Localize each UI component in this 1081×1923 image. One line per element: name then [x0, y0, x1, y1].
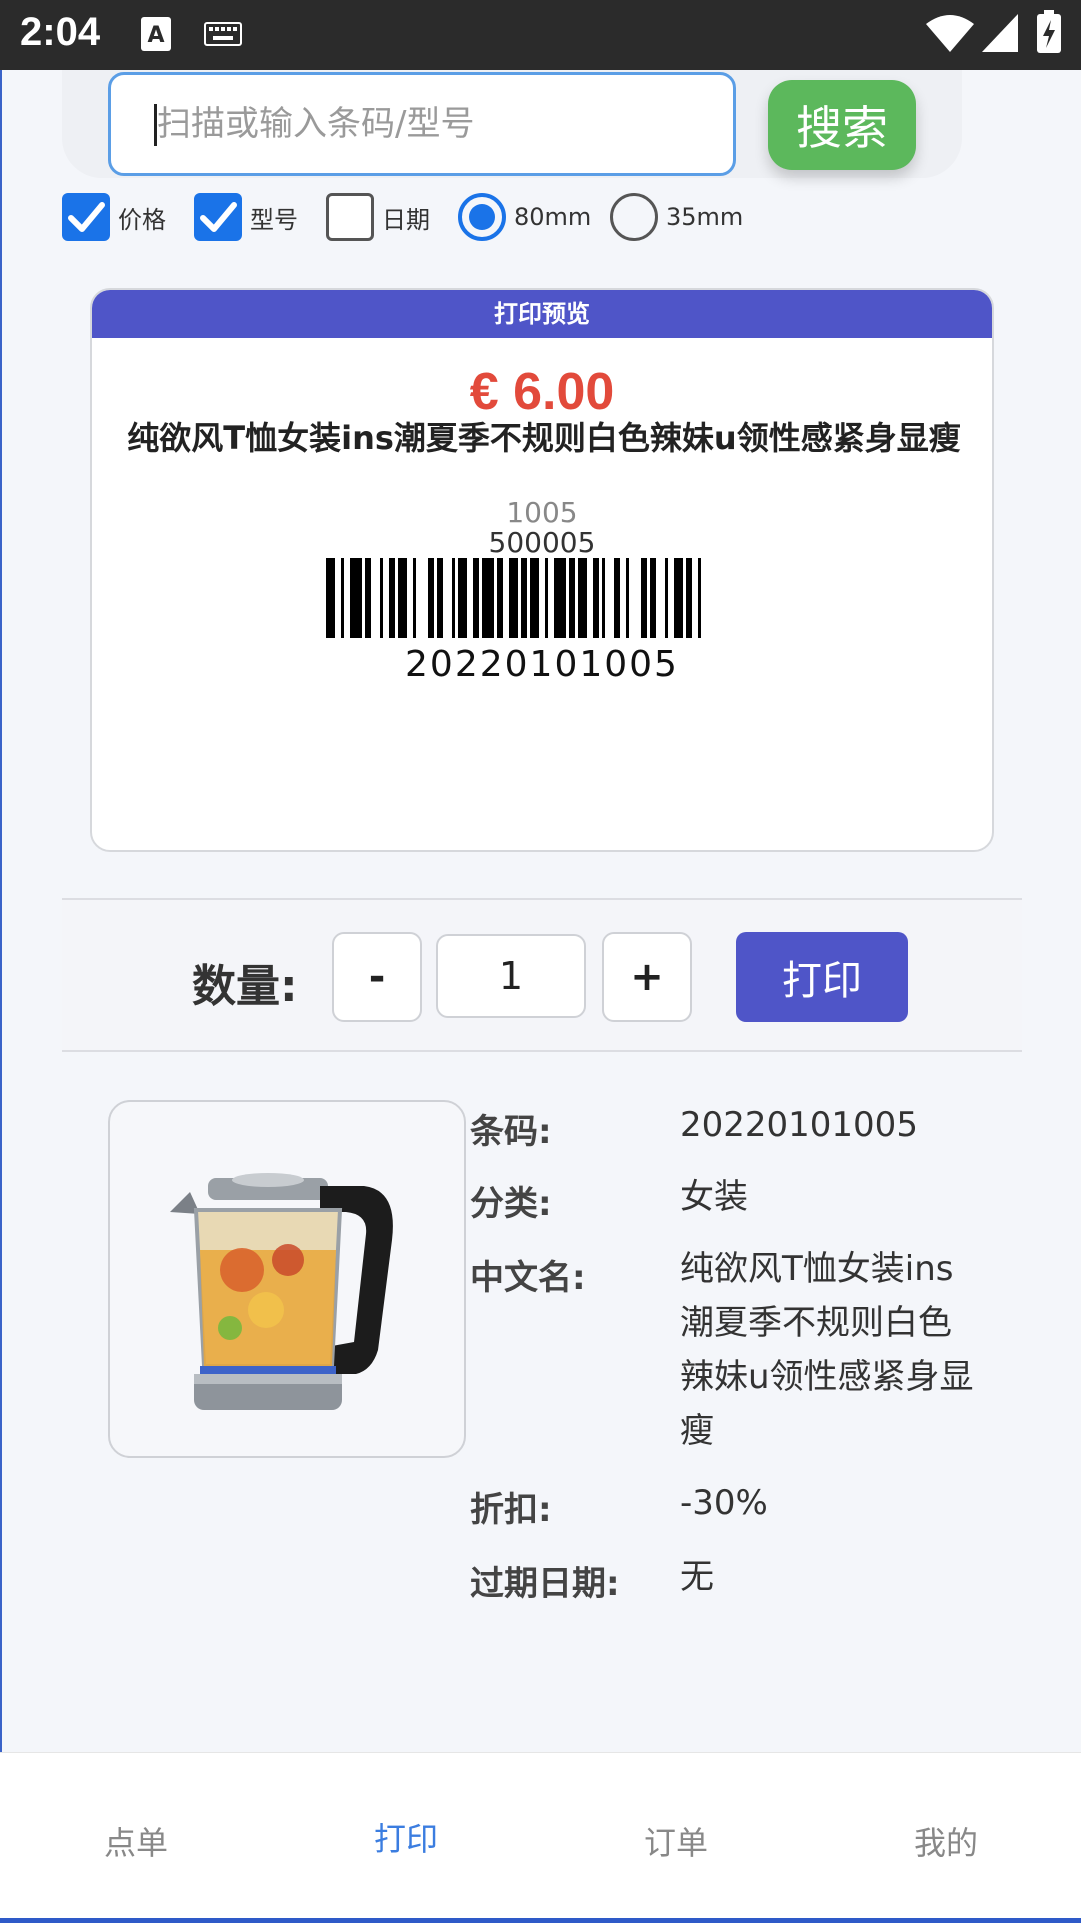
- barcode-bar: [650, 558, 656, 638]
- print-preview-header: 打印预览: [92, 290, 992, 338]
- option-model[interactable]: 型号: [194, 192, 298, 242]
- option-price[interactable]: 价格: [62, 192, 166, 242]
- nav-item-orders[interactable]: 订单: [606, 1818, 746, 1864]
- barcode-bar: [428, 558, 434, 638]
- check-icon: [68, 202, 105, 232]
- barcode-bar: [614, 558, 620, 638]
- barcode-bar: [578, 558, 587, 638]
- model-checkbox[interactable]: [194, 193, 242, 241]
- expiry-date-value: 无: [680, 1557, 714, 1597]
- barcode-bar: [437, 558, 443, 638]
- kettle-product-image: [170, 1173, 393, 1410]
- barcode-value: 20220101005: [680, 1105, 918, 1145]
- option-size-35[interactable]: 35mm: [610, 192, 743, 242]
- barcode-bar: [413, 558, 416, 638]
- text-caret: [154, 104, 157, 146]
- barcode-bar: [473, 558, 479, 638]
- quantity-input[interactable]: [436, 934, 586, 1018]
- window-bottom-edge: [0, 1918, 1081, 1923]
- barcode-bar: [398, 558, 407, 638]
- barcode-bar: [698, 558, 701, 638]
- status-time: 2:04: [20, 10, 101, 54]
- model-checkbox-label: 型号: [250, 205, 298, 234]
- chinese-name-value: 纯欲风T恤女装ins潮夏季不规则白色辣妹u领性感紧身显瘦: [680, 1249, 974, 1451]
- barcode-bar: [641, 558, 647, 638]
- barcode-bar: [530, 558, 539, 638]
- barcode-bar: [521, 558, 527, 638]
- input-method-icon: A: [141, 17, 171, 51]
- barcode-bar: [686, 558, 692, 638]
- size-80-radio[interactable]: [458, 193, 506, 241]
- barcode-bar: [545, 558, 548, 638]
- preview-price: € 6.00: [469, 363, 615, 421]
- quantity-decrease-button[interactable]: -: [332, 932, 422, 1022]
- barcode-bar: [326, 558, 335, 638]
- chinese-name-label: 中文名:: [470, 1258, 586, 1298]
- keyboard-icon: [204, 22, 242, 46]
- search-input[interactable]: [108, 72, 736, 176]
- category-label: 分类:: [470, 1184, 552, 1224]
- price-checkbox[interactable]: [62, 193, 110, 241]
- barcode-image: [326, 558, 701, 638]
- barcode-bar: [380, 558, 383, 638]
- barcode-bar: [602, 558, 605, 638]
- barcode-bar: [389, 558, 395, 638]
- quantity-label: 数量:: [192, 961, 298, 1012]
- print-preview-card: 打印预览 € 6.00 纯欲风T恤女装ins潮夏季不规则白色辣妹u领性感紧身显瘦…: [90, 288, 994, 852]
- price-checkbox-label: 价格: [118, 205, 166, 234]
- barcode-number: 20220101005: [405, 644, 679, 685]
- barcode-bar: [554, 558, 566, 638]
- window-edge: [0, 70, 2, 1923]
- preview-product-name: 纯欲风T恤女装ins潮夏季不规则白色辣妹u领性感紧身显瘦: [127, 419, 961, 457]
- barcode-bar: [452, 558, 455, 638]
- battery-icon: [1037, 10, 1061, 53]
- date-checkbox[interactable]: [326, 193, 374, 241]
- svg-text:A: A: [147, 23, 164, 48]
- option-date[interactable]: 日期: [326, 192, 430, 242]
- size-80-radio-label: 80mm: [514, 203, 592, 231]
- size-35-radio[interactable]: [610, 193, 658, 241]
- size-35-radio-label: 35mm: [666, 203, 744, 231]
- barcode-bar: [674, 558, 683, 638]
- quantity-increase-button[interactable]: +: [602, 932, 692, 1022]
- expiry-date-label: 过期日期:: [470, 1564, 620, 1604]
- barcode-bar: [365, 558, 371, 638]
- barcode-bar: [626, 558, 629, 638]
- signal-icon: [982, 14, 1018, 52]
- preview-model: 1005: [506, 496, 578, 529]
- search-button[interactable]: 搜索: [768, 80, 916, 170]
- nav-item-print[interactable]: 打印: [336, 1814, 476, 1860]
- barcode-label: 条码:: [470, 1112, 552, 1152]
- barcode-bar: [458, 558, 467, 638]
- nav-item-order[interactable]: 点单: [66, 1818, 206, 1864]
- discount-value: -30%: [680, 1483, 768, 1523]
- wifi-icon: [926, 15, 974, 52]
- discount-label: 折扣:: [470, 1490, 552, 1530]
- barcode-bar: [482, 558, 494, 638]
- barcode-bar: [509, 558, 518, 638]
- barcode-bar: [497, 558, 503, 638]
- barcode-bar: [341, 558, 344, 638]
- barcode-bar: [350, 558, 362, 638]
- print-button[interactable]: 打印: [736, 932, 908, 1022]
- option-size-80[interactable]: 80mm: [458, 192, 591, 242]
- date-checkbox-label: 日期: [382, 205, 430, 234]
- barcode-bar: [569, 558, 575, 638]
- status-bar: 2:04 A: [0, 0, 1081, 70]
- category-value: 女装: [680, 1177, 748, 1217]
- preview-code: 500005: [488, 526, 596, 559]
- barcode-bar: [665, 558, 668, 638]
- check-icon: [200, 202, 237, 232]
- barcode-bar: [593, 558, 599, 638]
- nav-item-me[interactable]: 我的: [876, 1818, 1016, 1864]
